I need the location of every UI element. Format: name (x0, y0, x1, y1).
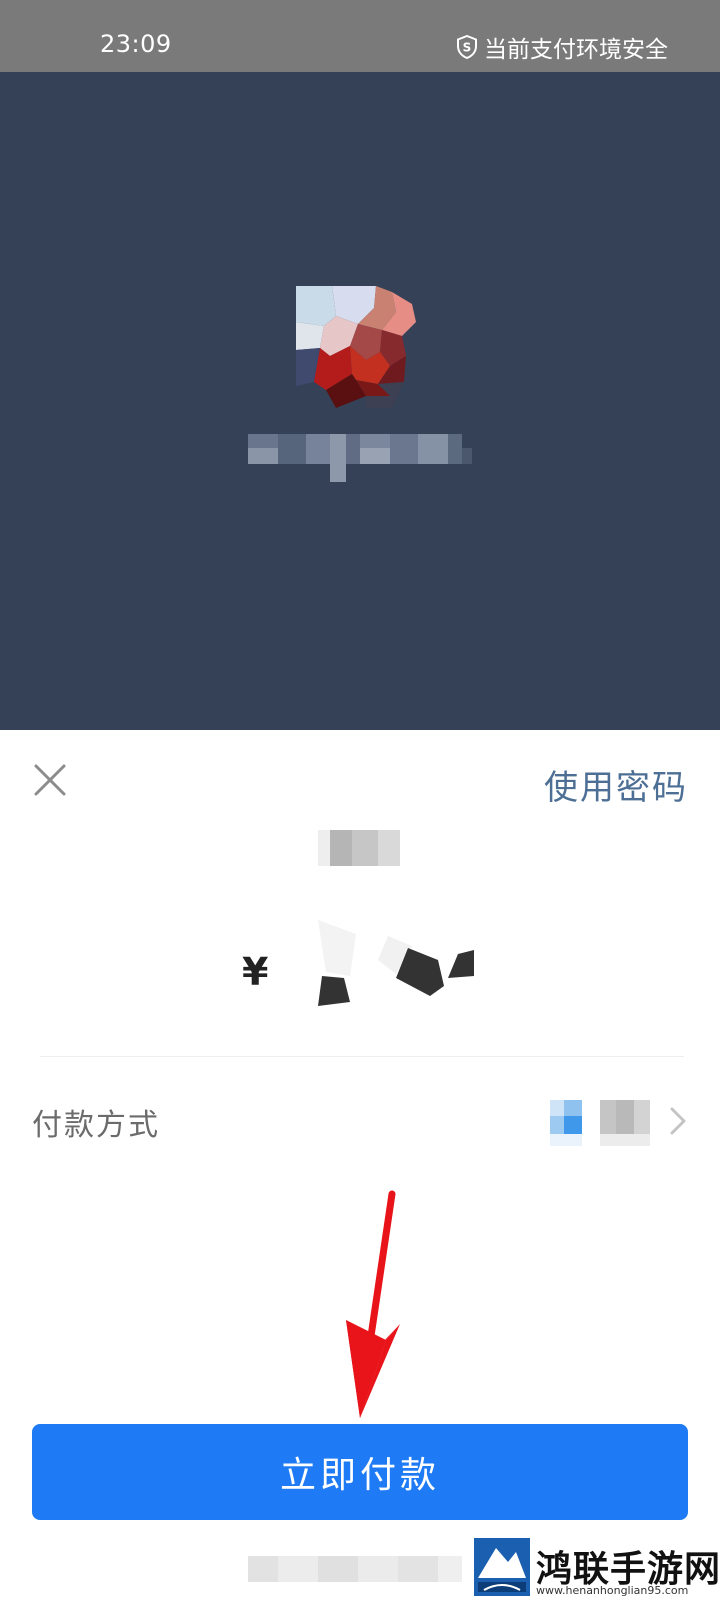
payment-method-row[interactable]: 付款方式 (0, 1066, 720, 1166)
use-password-link[interactable]: 使用密码 (544, 760, 688, 809)
security-text: 当前支付环境安全 (484, 37, 668, 63)
amount-redacted (318, 920, 474, 1006)
amount-display: ¥ (238, 920, 488, 1010)
payment-method-redacted (550, 1100, 650, 1146)
status-bar: 23:09 S 当前支付环境安全 (0, 0, 720, 72)
watermark-url: www.henanhonglian95.com (536, 1584, 689, 1597)
merchant-name-redacted (248, 434, 472, 482)
payment-method-label: 付款方式 (32, 1108, 160, 1143)
chevron-right-icon (670, 1107, 686, 1135)
close-icon (34, 764, 66, 796)
security-indicator: S 当前支付环境安全 (456, 30, 668, 64)
merchant-header (0, 72, 720, 730)
currency-symbol: ¥ (242, 950, 269, 994)
status-time: 23:09 (100, 30, 172, 58)
payment-screen: 23:09 S 当前支付环境安全 使用密码 ¥ 付款方式 立即付款 鸿联手游网 … (0, 0, 720, 1600)
payment-sheet: 使用密码 ¥ 付款方式 立即付款 (0, 730, 720, 1600)
footer-redacted (248, 1556, 462, 1582)
divider (40, 1056, 684, 1057)
payee-redacted (318, 830, 400, 866)
watermark: 鸿联手游网 www.henanhonglian95.com (470, 1538, 720, 1600)
shield-icon: S (456, 35, 478, 59)
watermark-logo-icon (474, 1538, 530, 1596)
svg-text:S: S (463, 41, 472, 55)
red-arrow-annotation (346, 1190, 400, 1418)
pay-now-button[interactable]: 立即付款 (32, 1424, 688, 1520)
merchant-avatar (296, 286, 416, 408)
close-button[interactable] (28, 758, 72, 802)
